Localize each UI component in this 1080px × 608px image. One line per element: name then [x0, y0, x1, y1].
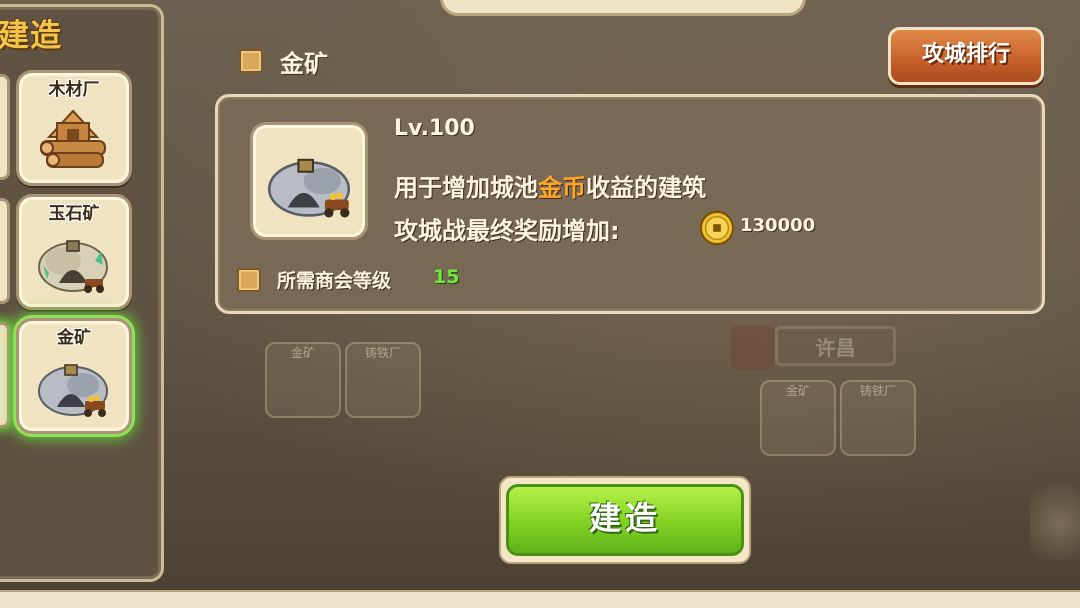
- building-level: Lv.100: [394, 116, 475, 141]
- description-suffix: 收益的建筑: [586, 174, 706, 202]
- map-city-marker: [730, 326, 774, 370]
- panel-title: 建造: [0, 18, 62, 54]
- map-building-label: 铸铁厂: [364, 346, 401, 360]
- siege-ranking-button[interactable]: 攻城排行: [888, 27, 1044, 85]
- lumber-mill-icon: [40, 109, 106, 168]
- map-building-card: 金矿: [760, 380, 836, 456]
- card-stub: [0, 322, 10, 428]
- requirement-label: 所需商会等级: [277, 270, 392, 292]
- building-card-gold-mine[interactable]: 金矿: [16, 318, 132, 434]
- gold-mine-icon: [38, 364, 108, 417]
- bottom-bar: [0, 590, 1080, 608]
- description-highlight: 金币: [538, 174, 586, 202]
- gold-mine-icon: [267, 158, 351, 218]
- map-building-card: 铸铁厂: [345, 342, 421, 418]
- map-building-card: 铸铁厂: [840, 380, 916, 456]
- map-building-label: 金矿: [290, 346, 315, 360]
- card-stub: [0, 74, 10, 180]
- map-building-label: 金矿: [785, 384, 810, 398]
- gold-coin-icon: [699, 210, 735, 246]
- top-tab-decoration: [440, 0, 806, 16]
- building-preview: [250, 122, 368, 240]
- reward-label: 攻城战最终奖励增加:: [394, 217, 620, 245]
- map-building-label: 铸铁厂: [859, 384, 896, 398]
- map-city-label: 许昌: [775, 326, 896, 366]
- building-card-jade-mine[interactable]: 玉石矿: [16, 194, 132, 310]
- building-card-lumber-mill[interactable]: 木材厂: [16, 70, 132, 186]
- jade-mine-icon: [38, 240, 108, 293]
- requirement-bullet-icon: [237, 268, 261, 292]
- building-name: 金矿: [280, 50, 328, 78]
- description-prefix: 用于增加城池: [394, 174, 538, 202]
- card-stub: [0, 198, 10, 304]
- building-description: 用于增加城池金币收益的建筑: [394, 168, 706, 203]
- map-decoration: [1030, 470, 1080, 560]
- reward-amount: 130000: [740, 215, 816, 236]
- map-building-card: 金矿: [265, 342, 341, 418]
- requirement-value: 15: [433, 266, 460, 288]
- header-bullet-icon: [239, 49, 263, 73]
- build-button[interactable]: 建造: [506, 484, 744, 556]
